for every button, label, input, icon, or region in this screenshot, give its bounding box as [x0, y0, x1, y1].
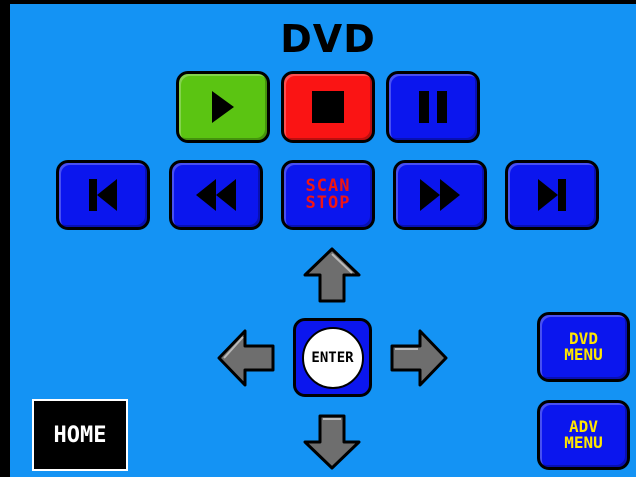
enter-button[interactable]: ENTER: [293, 318, 372, 397]
rewind-icon: [196, 179, 236, 211]
arrow-left-button[interactable]: [217, 329, 275, 387]
dvd-control-panel: DVD SCAN STOP ENTER DVD MENU ADV MENU HO…: [0, 0, 636, 477]
dvd-menu-button[interactable]: DVD MENU: [537, 312, 630, 382]
fast-forward-button[interactable]: [393, 160, 487, 230]
rewind-button[interactable]: [169, 160, 263, 230]
enter-label: ENTER: [301, 326, 364, 389]
scan-stop-button[interactable]: SCAN STOP: [281, 160, 375, 230]
play-icon: [212, 91, 234, 123]
arrow-left-icon: [217, 329, 275, 387]
stop-button[interactable]: [281, 71, 375, 143]
stop-icon: [312, 91, 344, 123]
skip-previous-icon: [89, 179, 117, 211]
arrow-down-icon: [303, 414, 361, 470]
home-button[interactable]: HOME: [32, 399, 128, 471]
arrow-right-icon: [390, 329, 448, 387]
pause-button[interactable]: [386, 71, 480, 143]
arrow-down-button[interactable]: [303, 414, 361, 470]
adv-menu-button[interactable]: ADV MENU: [537, 400, 630, 470]
dvd-menu-label-line2: MENU: [564, 345, 603, 364]
page-title: DVD: [280, 17, 376, 61]
arrow-up-icon: [303, 247, 361, 303]
pause-icon: [419, 91, 447, 123]
fast-forward-icon: [420, 179, 460, 211]
arrow-up-button[interactable]: [303, 247, 361, 303]
play-button[interactable]: [176, 71, 270, 143]
skip-previous-button[interactable]: [56, 160, 150, 230]
skip-next-icon: [538, 179, 566, 211]
arrow-right-button[interactable]: [390, 329, 448, 387]
scan-stop-label-line2: STOP: [305, 193, 351, 213]
skip-next-button[interactable]: [505, 160, 599, 230]
adv-menu-label-line2: MENU: [564, 433, 603, 452]
